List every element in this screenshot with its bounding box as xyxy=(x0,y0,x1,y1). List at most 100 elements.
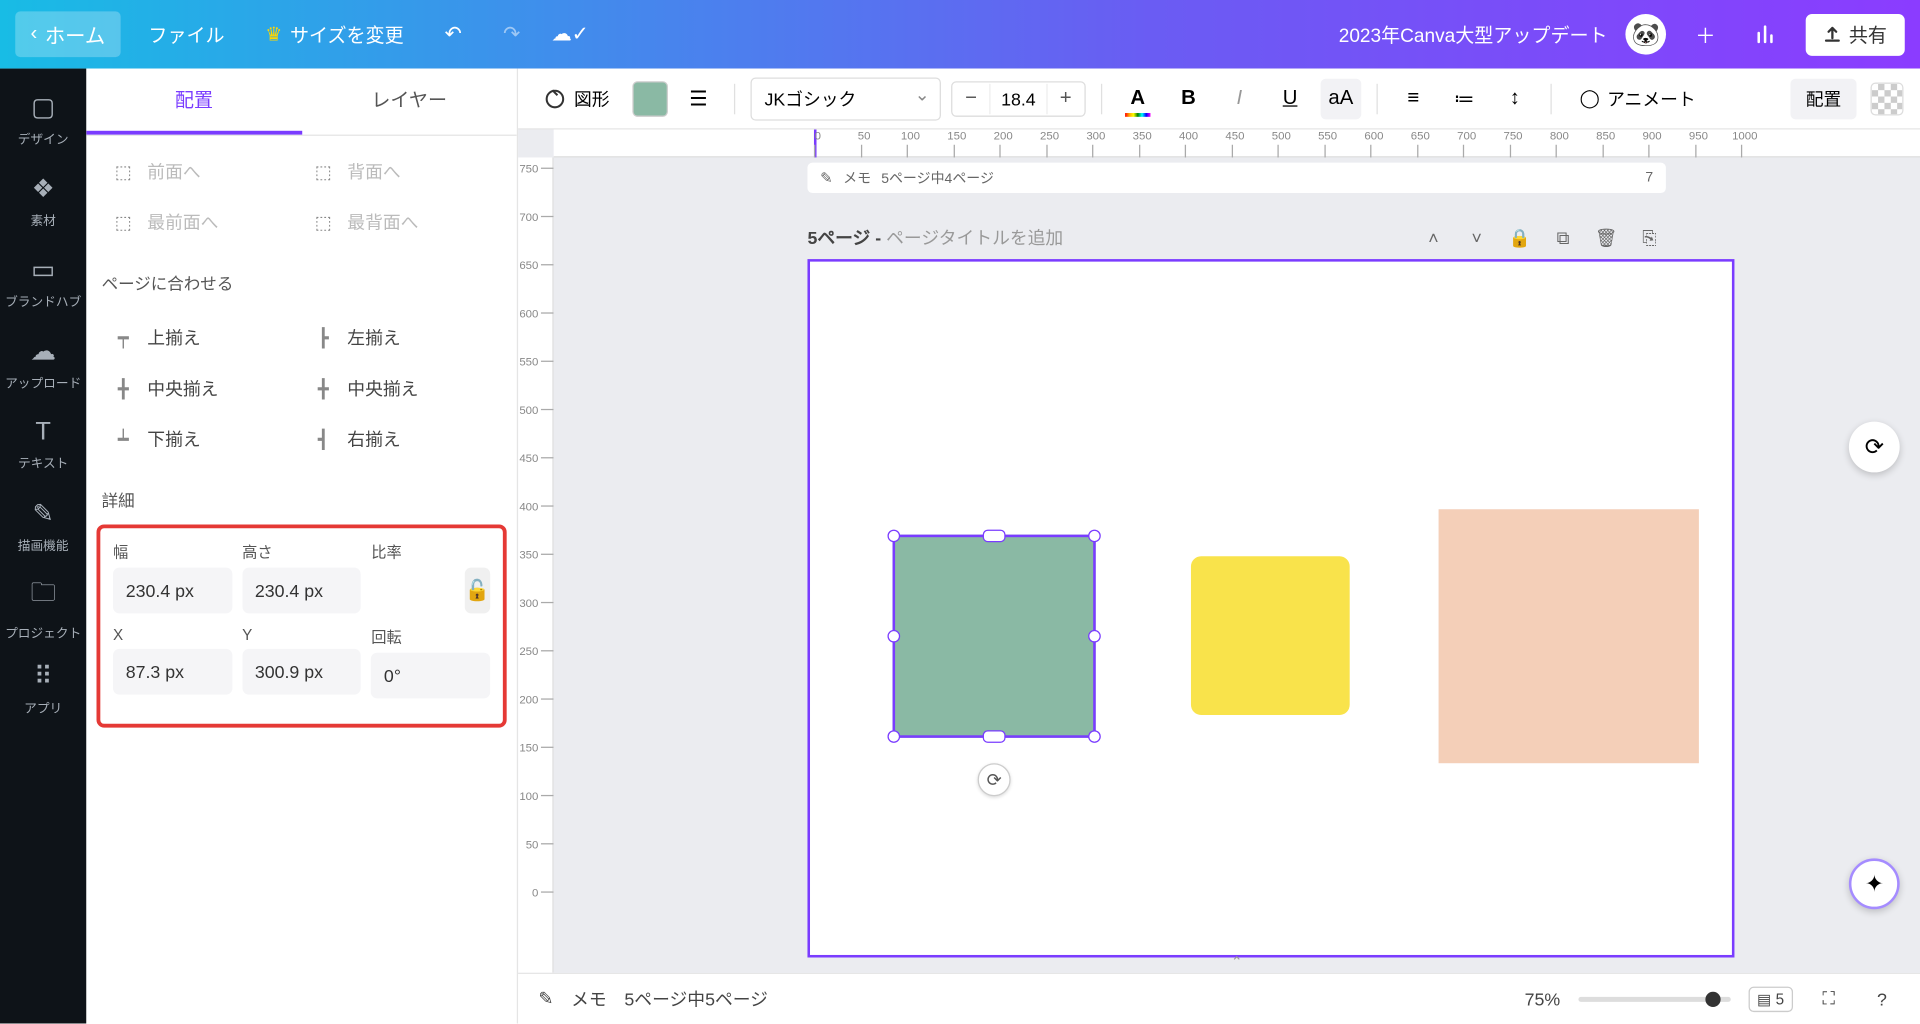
transparency-icon xyxy=(1870,82,1903,115)
bring-forward[interactable]: ⬚前面へ xyxy=(102,146,302,197)
fullscreen-button[interactable]: ⛶ xyxy=(1811,981,1847,1017)
delete-page-button[interactable]: 🗑 xyxy=(1590,221,1623,254)
unlock-icon: 🔓 xyxy=(465,578,490,603)
align-left-icon: ┣ xyxy=(312,327,335,349)
bold-button[interactable]: B xyxy=(1168,78,1209,119)
font-size-decrease[interactable]: − xyxy=(952,82,989,115)
rail-projects[interactable]: 🗀プロジェクト xyxy=(0,569,86,645)
align-left[interactable]: ┣左揃え xyxy=(302,312,502,363)
font-size-increase[interactable]: + xyxy=(1047,82,1084,115)
fullscreen-icon: ⛶ xyxy=(1822,988,1834,1010)
page-number-label: 5ページ - xyxy=(808,227,887,247)
shape-type-button[interactable]: 図形 xyxy=(531,78,622,119)
width-label: 幅 xyxy=(113,541,232,563)
collapse-up-button[interactable]: ˄ xyxy=(1417,221,1450,254)
position-button[interactable]: 配置 xyxy=(1790,78,1856,119)
align-top[interactable]: ┯上揃え xyxy=(102,312,302,363)
zoom-slider[interactable] xyxy=(1578,996,1730,1001)
back-icon: ⬚ xyxy=(312,211,335,233)
transparency-button[interactable] xyxy=(1867,78,1908,119)
file-menu[interactable]: ファイル xyxy=(136,13,238,55)
home-button[interactable]: ‹ ホーム xyxy=(15,11,120,57)
zoom-thumb[interactable] xyxy=(1705,991,1720,1006)
cloud-sync-button[interactable]: ☁✓ xyxy=(548,13,591,56)
resize-handle-ml[interactable] xyxy=(888,630,901,643)
align-right[interactable]: ┫右揃え xyxy=(302,414,502,465)
top-header: ‹ ホーム ファイル ♛ サイズを変更 ↶ ↷ ☁✓ 2023年Canva大型ア… xyxy=(0,0,1920,69)
duplicate-page-button[interactable]: ⧉ xyxy=(1547,221,1580,254)
add-page-button[interactable]: ⎘ xyxy=(1633,221,1666,254)
document-title[interactable]: 2023年Canva大型アップデート xyxy=(1339,21,1608,48)
resize-handle-mt[interactable] xyxy=(983,530,1006,543)
redo-button[interactable]: ↷ xyxy=(490,13,533,56)
refresh-button[interactable]: ⟳ xyxy=(1849,422,1900,473)
list-button[interactable]: ≔ xyxy=(1444,78,1485,119)
page-title-placeholder[interactable]: ページタイトルを追加 xyxy=(886,227,1063,247)
align-hcenter[interactable]: ╋中央揃え xyxy=(302,363,502,414)
rail-design[interactable]: ▢デザイン xyxy=(0,81,86,157)
y-input[interactable]: 300.9 px xyxy=(242,649,361,695)
animate-button[interactable]: ◯ アニメート xyxy=(1567,78,1708,119)
font-size-value[interactable]: 18.4 xyxy=(990,83,1047,113)
resize-menu[interactable]: ♛ サイズを変更 xyxy=(253,13,417,55)
italic-button[interactable]: I xyxy=(1219,78,1260,119)
resize-handle-tr[interactable] xyxy=(1088,530,1101,543)
bring-front[interactable]: ⬚最前面へ xyxy=(102,197,302,248)
italic-icon: I xyxy=(1236,87,1242,110)
user-avatar[interactable]: 🐼 xyxy=(1625,14,1666,55)
tab-position[interactable]: 配置 xyxy=(86,69,301,135)
zoom-value[interactable]: 75% xyxy=(1525,989,1561,1009)
shape-green-selected[interactable]: ⟳ xyxy=(893,535,1096,738)
rail-elements[interactable]: ❖素材 xyxy=(0,163,86,239)
notes-label[interactable]: メモ xyxy=(571,986,607,1011)
canvas-scroll[interactable]: ✎ メモ 5ページ中4ページ 7 5ページ - ページタイトルを追加 ˄ ˅ 🔒 xyxy=(554,157,1920,972)
resize-handle-br[interactable] xyxy=(1088,730,1101,743)
shape-label: 図形 xyxy=(574,86,610,111)
rail-upload[interactable]: ☁アップロード xyxy=(0,325,86,401)
rail-brand[interactable]: ▭ブランドハブ xyxy=(0,244,86,320)
refresh-icon: ⟳ xyxy=(1865,434,1884,461)
analytics-button[interactable] xyxy=(1745,13,1788,56)
add-member-button[interactable]: ＋ xyxy=(1684,13,1727,56)
rotate-handle[interactable]: ⟳ xyxy=(978,763,1011,796)
page-count-badge[interactable]: ▤ 5 xyxy=(1748,986,1793,1011)
height-input[interactable]: 230.4 px xyxy=(242,568,361,614)
align-top-icon: ┯ xyxy=(112,327,135,349)
font-select[interactable]: JKゴシック xyxy=(750,77,940,120)
align-bottom[interactable]: ┷下揃え xyxy=(102,414,302,465)
help-button[interactable]: ? xyxy=(1864,981,1900,1017)
send-back[interactable]: ⬚最背面へ xyxy=(302,197,502,248)
expand-down-button[interactable]: ˅ xyxy=(1460,221,1493,254)
ai-assist-button[interactable]: ✦ xyxy=(1849,858,1900,909)
rail-text[interactable]: Tテキスト xyxy=(0,406,86,482)
spacing-button[interactable]: ↕ xyxy=(1495,78,1536,119)
tab-layer[interactable]: レイヤー xyxy=(302,69,517,135)
x-input[interactable]: 87.3 px xyxy=(113,649,232,695)
canvas-page[interactable]: ⟳ xyxy=(808,259,1735,957)
resize-handle-mr[interactable] xyxy=(1088,630,1101,643)
lock-page-button[interactable]: 🔒 xyxy=(1503,221,1536,254)
rail-apps[interactable]: ⠿アプリ xyxy=(0,650,86,726)
resize-handle-tl[interactable] xyxy=(888,530,901,543)
send-backward[interactable]: ⬚背面へ xyxy=(302,146,502,197)
shape-yellow[interactable] xyxy=(1191,556,1350,715)
share-button[interactable]: 共有 xyxy=(1806,13,1905,55)
align-text-button[interactable]: ≡ xyxy=(1393,78,1434,119)
border-style-button[interactable]: ☰ xyxy=(678,78,719,119)
align-vcenter[interactable]: ╋中央揃え xyxy=(102,363,302,414)
shapes-icon: ❖ xyxy=(32,173,55,205)
rotation-input[interactable]: 0° xyxy=(371,653,490,699)
backward-icon: ⬚ xyxy=(312,161,335,183)
fill-color-swatch[interactable] xyxy=(632,81,668,117)
width-input[interactable]: 230.4 px xyxy=(113,568,232,614)
resize-handle-bl[interactable] xyxy=(888,730,901,743)
underline-button[interactable]: U xyxy=(1270,78,1311,119)
lock-ratio-button[interactable]: 🔓 xyxy=(465,568,490,614)
case-button[interactable]: aA xyxy=(1321,78,1362,119)
undo-button[interactable]: ↶ xyxy=(432,13,475,56)
shape-peach[interactable] xyxy=(1439,509,1699,763)
resize-handle-mb[interactable] xyxy=(983,730,1006,743)
crown-icon: ♛ xyxy=(265,23,282,46)
text-color-button[interactable]: A xyxy=(1117,78,1158,119)
rail-draw[interactable]: ✎描画機能 xyxy=(0,488,86,564)
